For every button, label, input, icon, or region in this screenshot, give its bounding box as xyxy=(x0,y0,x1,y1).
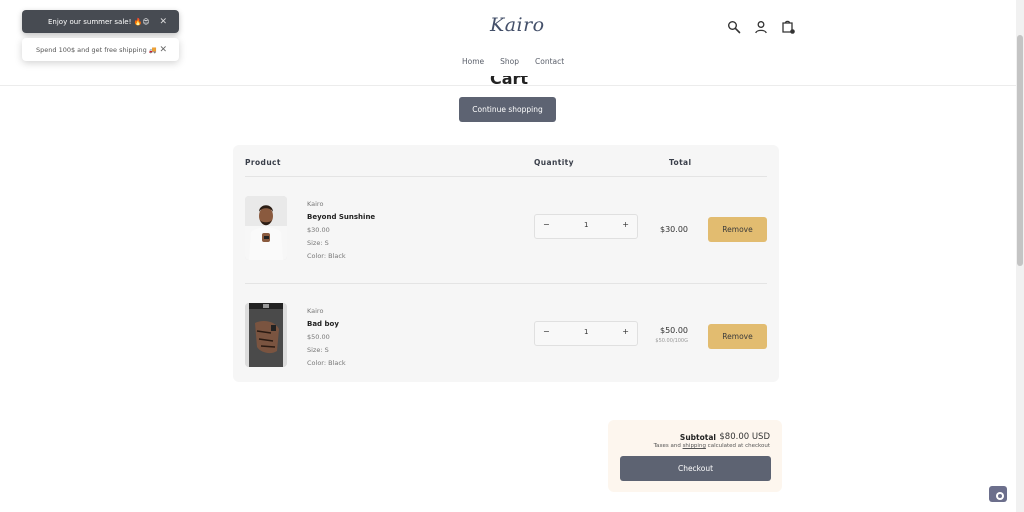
product-name[interactable]: Bad boy xyxy=(307,320,339,328)
nav-contact[interactable]: Contact xyxy=(535,57,564,66)
decrease-quantity-button[interactable]: − xyxy=(543,220,550,229)
increase-quantity-button[interactable]: + xyxy=(622,220,629,229)
header-icons xyxy=(727,20,795,34)
scrollbar-thumb[interactable] xyxy=(1017,35,1023,266)
checkout-button[interactable]: Checkout xyxy=(620,456,771,481)
shipping-toast-text: Spend 100$ and get free shipping 🚚 xyxy=(36,45,157,54)
chat-icon xyxy=(996,492,1004,500)
site-logo[interactable]: Kairo xyxy=(490,14,545,36)
unit-price-note: $50.00/100G xyxy=(655,338,688,344)
continue-shopping-button[interactable]: Continue shopping xyxy=(459,97,556,122)
main-nav: Home Shop Contact xyxy=(462,57,564,66)
tax-note-prefix: Taxes and xyxy=(653,443,683,449)
quantity-column-header: Quantity xyxy=(534,158,574,167)
quantity-input[interactable]: 1 xyxy=(584,221,588,229)
total-column-header: Total xyxy=(669,158,692,167)
divider xyxy=(245,176,767,177)
sale-toast: Enjoy our summer sale! 🔥😍 ✕ xyxy=(22,10,179,33)
close-icon[interactable]: ✕ xyxy=(159,45,167,55)
chat-widget-button[interactable] xyxy=(989,486,1007,502)
product-image[interactable] xyxy=(245,303,287,367)
cart-table: Product Quantity Total Kairo Beyond Suns… xyxy=(233,145,779,382)
product-price: $50.00 xyxy=(307,333,330,341)
cart-summary: Subtotal $80.00 USD Taxes and shipping c… xyxy=(608,420,782,492)
cart-row: Kairo Bad boy $50.00 Size: S Color: Blac… xyxy=(233,303,779,383)
product-color: Color: Black xyxy=(307,252,346,260)
remove-button[interactable]: Remove xyxy=(708,217,767,242)
cart-row: Kairo Beyond Sunshine $30.00 Size: S Col… xyxy=(233,196,779,276)
product-column-header: Product xyxy=(245,158,281,167)
page-title: Cart xyxy=(490,76,529,86)
nav-shop[interactable]: Shop xyxy=(500,57,519,66)
close-icon[interactable]: ✕ xyxy=(159,17,167,27)
quantity-stepper: − 1 + xyxy=(534,214,638,239)
product-image[interactable] xyxy=(245,196,287,260)
sale-toast-text: Enjoy our summer sale! 🔥😍 xyxy=(48,17,150,26)
cart-icon[interactable] xyxy=(781,20,795,34)
remove-button[interactable]: Remove xyxy=(708,324,767,349)
product-size: Size: S xyxy=(307,239,329,247)
product-vendor: Kairo xyxy=(307,307,324,315)
product-vendor: Kairo xyxy=(307,200,324,208)
decrease-quantity-button[interactable]: − xyxy=(543,327,550,336)
subtotal-value: $80.00 USD xyxy=(719,432,770,442)
product-size: Size: S xyxy=(307,346,329,354)
subtotal-label: Subtotal xyxy=(679,433,716,442)
line-total: $50.00 xyxy=(660,326,688,335)
account-icon[interactable] xyxy=(754,20,768,34)
nav-home[interactable]: Home xyxy=(462,57,484,66)
product-color: Color: Black xyxy=(307,359,346,367)
quantity-input[interactable]: 1 xyxy=(584,328,588,336)
increase-quantity-button[interactable]: + xyxy=(622,327,629,336)
line-total: $30.00 xyxy=(660,225,688,234)
search-icon[interactable] xyxy=(727,20,741,34)
tax-note-suffix: calculated at checkout xyxy=(705,443,770,449)
quantity-stepper: − 1 + xyxy=(534,321,638,346)
product-price: $30.00 xyxy=(307,226,330,234)
shipping-toast: Spend 100$ and get free shipping 🚚 ✕ xyxy=(22,38,179,61)
divider xyxy=(245,283,767,284)
product-name[interactable]: Beyond Sunshine xyxy=(307,213,375,221)
shipping-link[interactable]: shipping xyxy=(683,443,706,449)
tax-note: Taxes and shipping calculated at checkou… xyxy=(654,443,770,449)
